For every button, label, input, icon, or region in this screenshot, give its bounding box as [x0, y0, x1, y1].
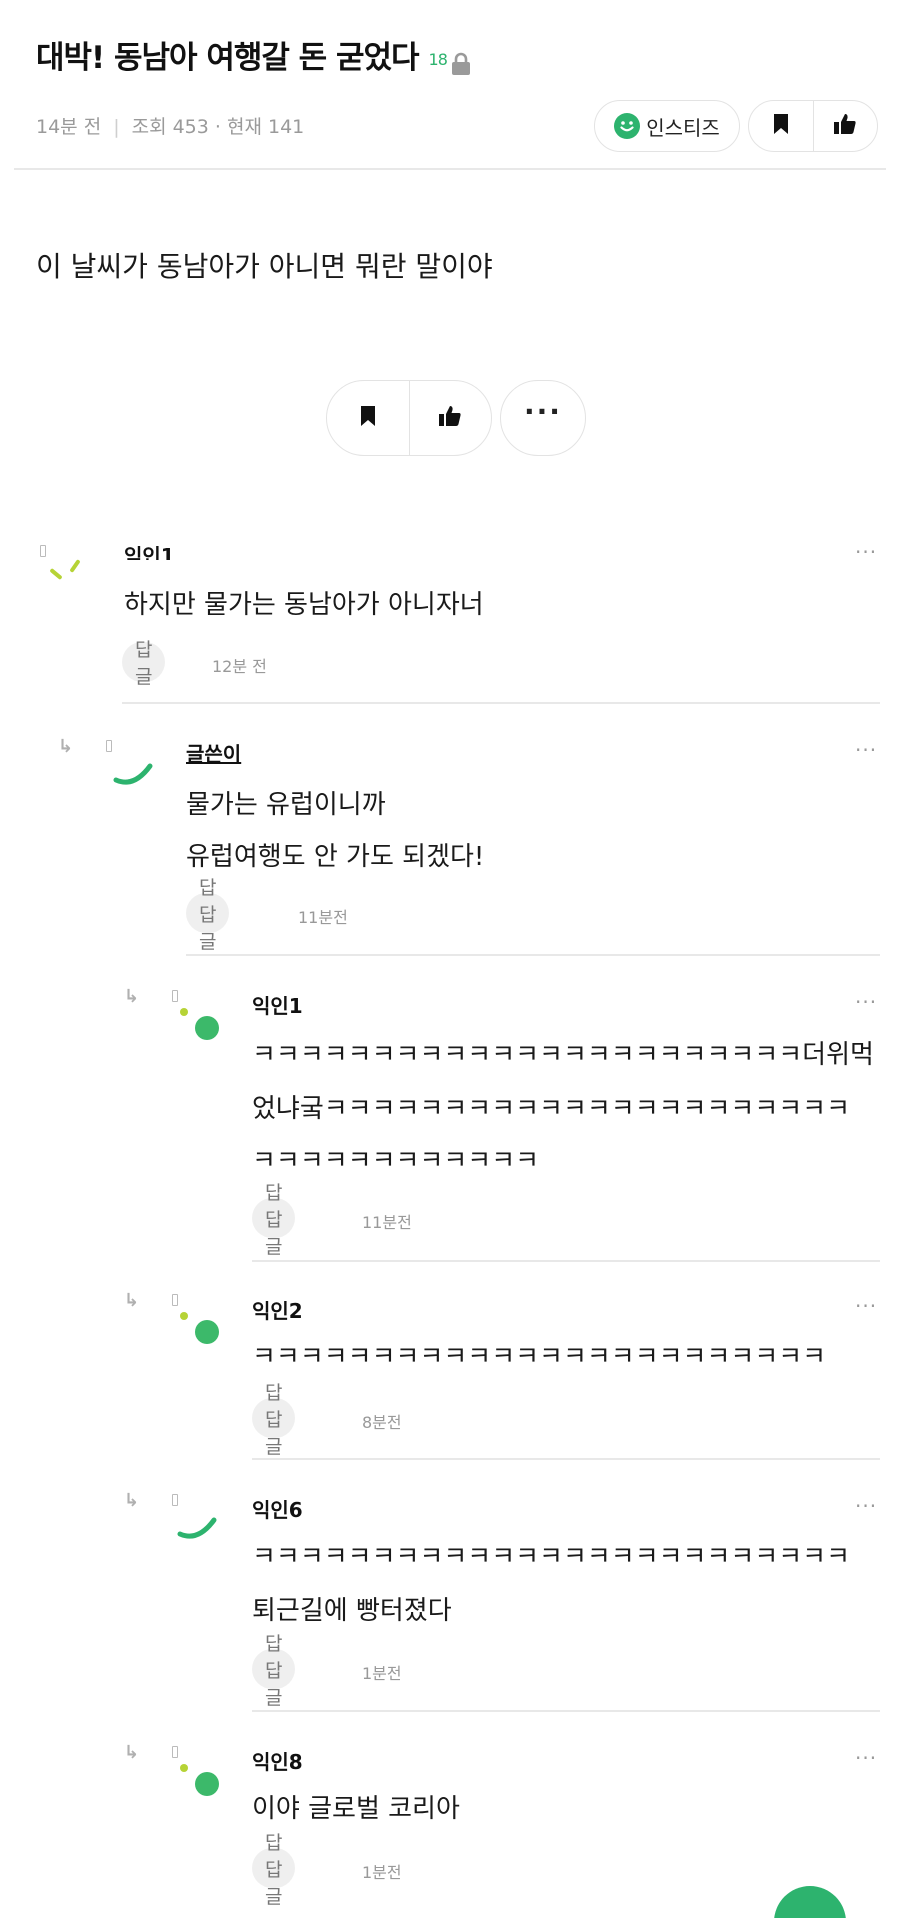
comment-time: 11분전 [298, 908, 348, 927]
thumbs-up-icon [438, 405, 462, 431]
reply-button[interactable]: 답글 [122, 639, 166, 688]
floating-write-button[interactable] [774, 1886, 846, 1918]
comment-text-line: ㅋㅋㅋㅋㅋㅋㅋㅋㅋㅋㅋㅋㅋㅋㅋㅋㅋㅋㅋㅋㅋㅋㅋ더위먹 [252, 1040, 874, 1070]
header-actions [748, 100, 878, 152]
reply-arrow-icon: ↳ [124, 1290, 140, 1311]
comment-more-button[interactable]: ··· [855, 1294, 877, 1318]
comment-text-line: 었냐궄ㅋㅋㅋㅋㅋㅋㅋㅋㅋㅋㅋㅋㅋㅋㅋㅋㅋㅋㅋㅋㅋㅋ [252, 1094, 851, 1124]
title-badge: 18 [428, 50, 448, 69]
header-bookmark-button[interactable] [749, 101, 814, 151]
post-more-button[interactable]: ··· [500, 380, 586, 456]
comment-author[interactable]: 익인8 [252, 1746, 303, 1775]
bookmark-icon [359, 405, 377, 431]
reply-button[interactable]: 답답글 [252, 1382, 296, 1458]
comment-text-line: 유럽여행도 안 가도 되겠다! [186, 842, 485, 872]
post-meta: 14분 전 | 조회 453 · 현재 141 [36, 112, 304, 139]
more-dots-icon: ··· [524, 395, 562, 428]
bookmark-icon [772, 113, 790, 139]
comment-time: 1분전 [362, 1863, 402, 1882]
comment-marker [172, 1746, 178, 1758]
comment-marker [106, 740, 112, 752]
reply-arrow-icon: ↳ [124, 1490, 140, 1511]
bookmark-button[interactable] [327, 381, 410, 455]
post-time: 14분 전 [36, 116, 102, 138]
comment-text-line: ㅋㅋㅋㅋㅋㅋㅋㅋㅋㅋㅋㅋㅋㅋㅋㅋㅋㅋㅋㅋㅋㅋㅋㅋㅋ [252, 1542, 851, 1572]
comment-divider [186, 954, 880, 956]
comment-text-line: ㅋㅋㅋㅋㅋㅋㅋㅋㅋㅋㅋㅋㅋㅋㅋㅋㅋㅋㅋㅋㅋㅋㅋㅋ [252, 1342, 827, 1372]
comment-more-button[interactable]: ··· [855, 738, 877, 762]
reply-button[interactable]: 답답글 [252, 1182, 296, 1258]
comment-time: 1분전 [362, 1664, 402, 1683]
avatar [176, 1506, 224, 1550]
comment-marker [172, 990, 178, 1002]
comment-marker [172, 1294, 178, 1306]
comment-text-line: 물가는 유럽이니까 [186, 790, 386, 820]
comment-more-button[interactable]: ··· [855, 990, 877, 1014]
comment-author[interactable]: 익인1 [124, 540, 175, 560]
reply-arrow-icon: ↳ [124, 1742, 140, 1763]
like-button[interactable] [410, 381, 492, 455]
comment-text-line: ㅋㅋㅋㅋㅋㅋㅋㅋㅋㅋㅋㅋ [252, 1146, 540, 1176]
avatar [178, 1004, 224, 1048]
comment-author[interactable]: 익인1 [252, 990, 303, 1019]
avatar [44, 552, 94, 602]
post-body: 이 날씨가 동남아가 아니면 뭐란 말이야 [36, 250, 493, 283]
comment-author[interactable]: 익인2 [252, 1295, 303, 1324]
post-views: 조회 453 · 현재 141 [131, 116, 305, 138]
header-like-button[interactable] [814, 101, 878, 151]
category-button[interactable]: 인스티즈 [594, 100, 740, 152]
post-title: 대박! 동남아 여행갈 돈 굳었다 18 [36, 32, 471, 77]
comment-divider [252, 1710, 880, 1712]
reply-arrow-icon: ↳ [124, 986, 140, 1007]
avatar [178, 1760, 224, 1804]
thumbs-up-icon [833, 113, 857, 139]
comment-more-button[interactable]: ··· [855, 540, 877, 564]
reply-button[interactable]: 답답글 [186, 877, 230, 953]
comment-time: 11분전 [362, 1213, 412, 1232]
comment-author[interactable]: 익인6 [252, 1494, 303, 1523]
comment-more-button[interactable]: ··· [855, 1746, 877, 1770]
comment-marker [172, 1494, 178, 1506]
comment-author[interactable]: 글쓴이 [186, 738, 241, 767]
smile-icon [614, 113, 641, 139]
comment-divider [122, 702, 880, 704]
comment-time: 8분전 [362, 1413, 402, 1432]
comment-divider [252, 1458, 880, 1460]
comment-divider [252, 1260, 880, 1262]
comment-text-line: 이야 글로벌 코리아 [252, 1794, 460, 1824]
avatar [112, 752, 160, 796]
reply-arrow-icon: ↳ [58, 736, 74, 757]
meta-divider: | [113, 116, 120, 138]
category-label: 인스티즈 [646, 115, 720, 140]
avatar [178, 1308, 224, 1352]
comment-time: 12분 전 [212, 657, 267, 676]
reply-button[interactable]: 답답글 [252, 1633, 296, 1709]
comment-text: 하지만 물가는 동남아가 아니자너 [124, 590, 484, 620]
lock-icon [451, 48, 471, 75]
post-actions [326, 380, 492, 456]
post-title-text: 대박! 동남아 여행갈 돈 굳었다 [36, 40, 420, 76]
reply-button[interactable]: 답답글 [252, 1832, 296, 1908]
comment-more-button[interactable]: ··· [855, 1494, 877, 1518]
header-divider [14, 168, 886, 170]
